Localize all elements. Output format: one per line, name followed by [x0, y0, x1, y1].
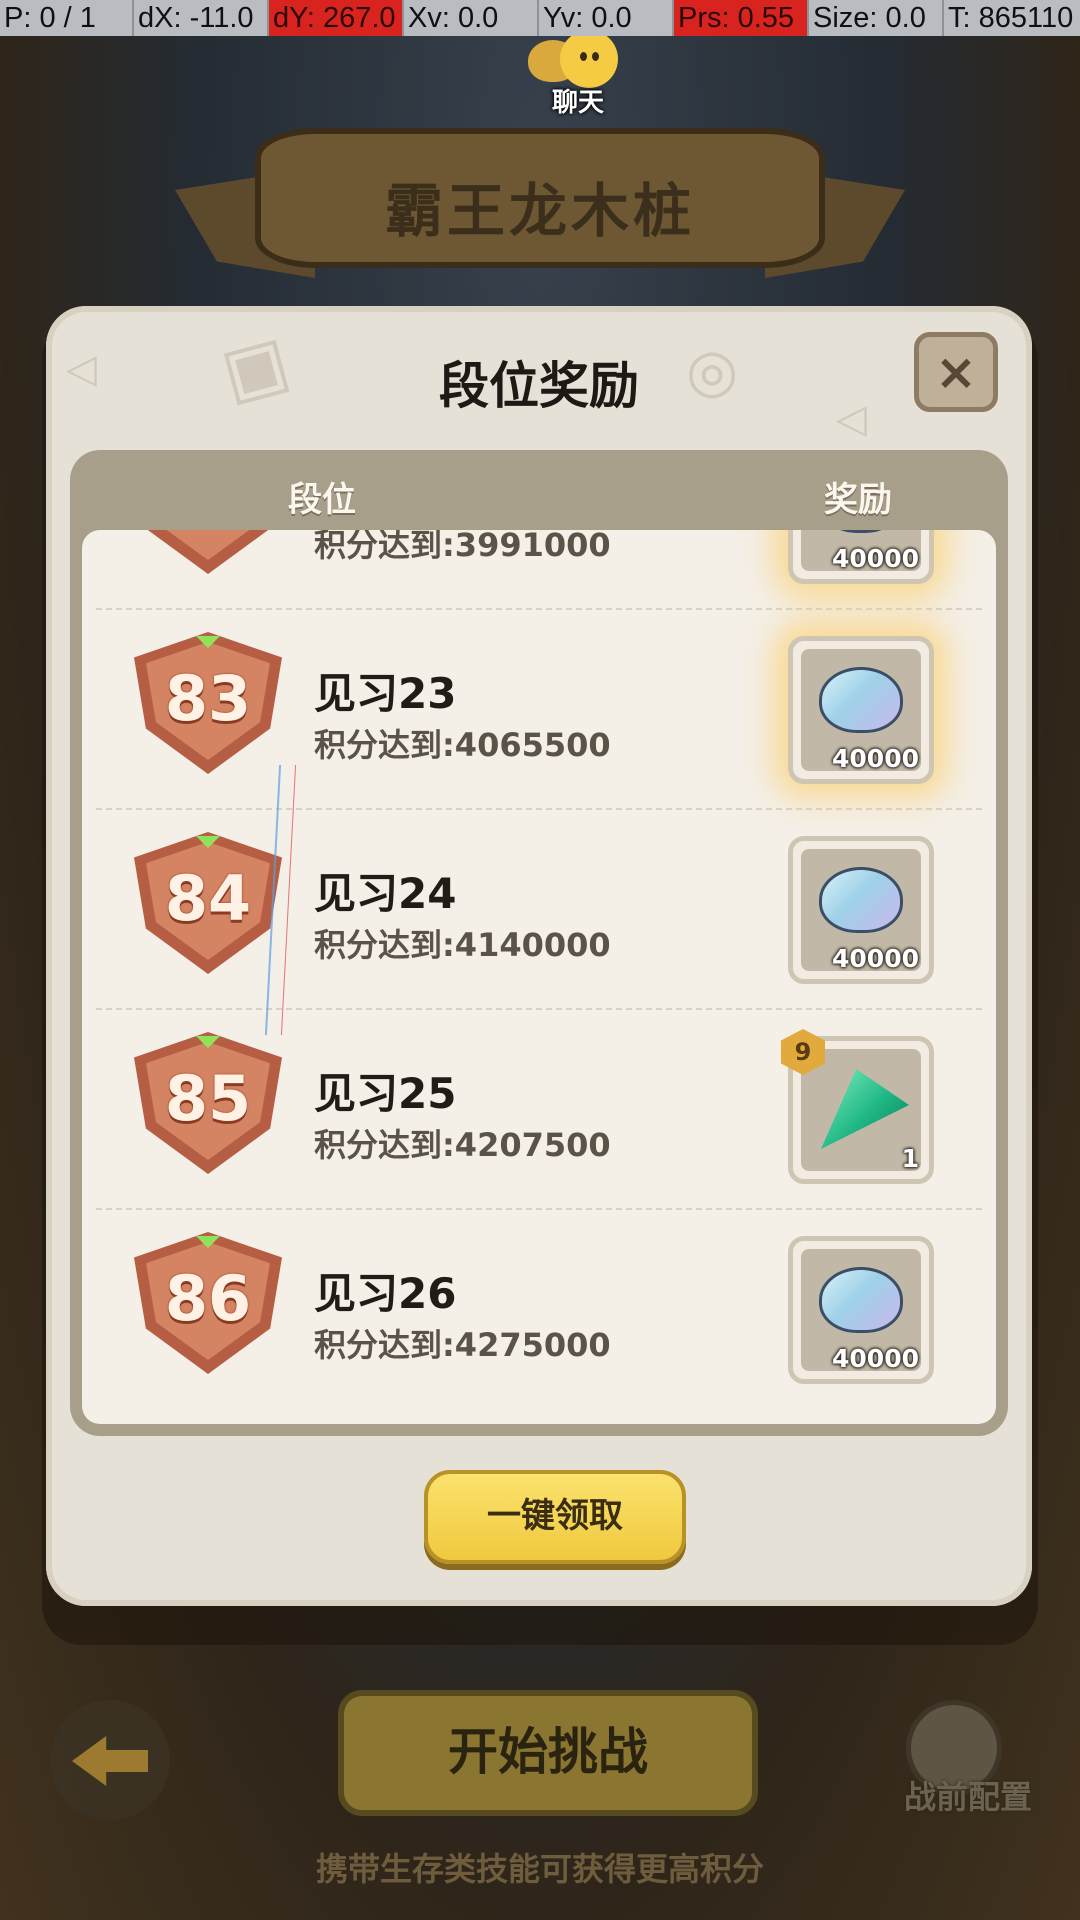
reward-quantity: 40000	[832, 1344, 919, 1373]
rank-badge: 84	[134, 832, 282, 974]
rank-badge-number: 83	[164, 662, 252, 735]
debug-pressure: Prs: 0.55	[674, 0, 809, 36]
rank-badge-number: 86	[164, 1262, 252, 1335]
claim-all-button[interactable]: 一键领取	[424, 1470, 686, 1564]
rank-name: 见习25	[314, 1069, 457, 1118]
list-item: 85 见习25 积分达到:4207500 9 1	[82, 1010, 996, 1210]
chat-icon	[560, 30, 618, 88]
debug-size: Size: 0.0	[809, 0, 944, 36]
reward-quantity: 40000	[832, 544, 919, 573]
rank-badge	[134, 530, 282, 574]
list-item: 积分达到:3991000 40000	[82, 530, 996, 610]
reward-item[interactable]: 40000	[788, 530, 934, 584]
back-button[interactable]	[50, 1700, 170, 1820]
reward-list[interactable]: 积分达到:3991000 40000 83 见习23 积分达到:4065500	[82, 530, 996, 1424]
debug-dy: dY: 267.0	[269, 0, 404, 36]
rank-name: 见习26	[314, 1269, 457, 1318]
rank-badge-number: 85	[164, 1062, 252, 1135]
list-item: 83 见习23 积分达到:4065500 40000	[82, 610, 996, 810]
shell-icon	[819, 867, 903, 933]
reward-item[interactable]: 40000	[788, 636, 934, 784]
debug-time: T: 865110	[948, 2, 1074, 34]
rank-badge-number: 84	[164, 862, 252, 935]
hint-text: 携带生存类技能可获得更高积分	[315, 1850, 764, 1888]
stage-title: 霸王龙木桩	[384, 177, 695, 245]
reward-item[interactable]: 40000	[788, 836, 934, 984]
back-arrow-icon	[72, 1736, 148, 1786]
close-icon: ×	[935, 343, 977, 401]
rank-score: 积分达到:4275000	[314, 1326, 611, 1364]
close-button[interactable]: ×	[914, 332, 998, 412]
chat-button[interactable]: 聊天	[528, 30, 628, 118]
chat-label: 聊天	[551, 88, 604, 118]
rank-name: 见习23	[314, 669, 457, 718]
reward-quantity: 1	[901, 1144, 919, 1173]
shell-icon	[819, 667, 903, 733]
rank-name: 见习24	[314, 869, 457, 918]
start-challenge-button[interactable]: 开始挑战	[338, 1690, 758, 1816]
rank-reward-dialog: ◁ ▣ ◎ ◁ 段位奖励 × 段位 奖励 积分达到:3991000 40000	[46, 306, 1032, 1606]
rank-score: 积分达到:4207500	[314, 1126, 611, 1164]
rank-badge: 83	[134, 632, 282, 774]
debug-yv: Yv: 0.0	[539, 0, 674, 36]
debug-pointer: P: 0 / 1	[0, 0, 134, 36]
rank-badge: 86	[134, 1232, 282, 1374]
column-header-rank: 段位	[288, 480, 356, 520]
shell-icon	[819, 1267, 903, 1333]
reward-quantity: 40000	[832, 944, 919, 973]
list-item: 86 见习26 积分达到:4275000 40000	[82, 1210, 996, 1410]
title-ribbon: 霸王龙木桩	[175, 128, 905, 298]
debug-overlay: P: 0 / 1 dX: -11.0 dY: 267.0 Xv: 0.0 Yv:…	[0, 0, 1080, 36]
rank-score: 积分达到:4065500	[314, 726, 611, 764]
reward-item[interactable]: 9 1	[781, 1029, 934, 1184]
pre-battle-config-label: 战前配置	[903, 1778, 1032, 1816]
debug-xv: Xv: 0.0	[404, 0, 539, 36]
column-header-reward[interactable]: 奖励	[824, 472, 892, 521]
rank-badge: 85	[134, 1032, 282, 1174]
pre-battle-config-button[interactable]: 战前配置	[888, 1700, 1048, 1818]
rank-score: 积分达到:4140000	[314, 926, 611, 964]
list-item: 84 见习24 积分达到:4140000 40000	[82, 810, 996, 1010]
ribbon-band: 霸王龙木桩	[255, 128, 825, 268]
reward-item[interactable]: 40000	[788, 1236, 934, 1384]
dialog-title: 段位奖励	[439, 357, 639, 415]
reward-table: 段位 奖励 积分达到:3991000 40000 83 见习23 积分达到:40…	[70, 450, 1008, 1436]
rank-score: 积分达到:3991000	[314, 530, 611, 564]
reward-quantity: 40000	[832, 744, 919, 773]
debug-dx: dX: -11.0	[134, 0, 269, 36]
